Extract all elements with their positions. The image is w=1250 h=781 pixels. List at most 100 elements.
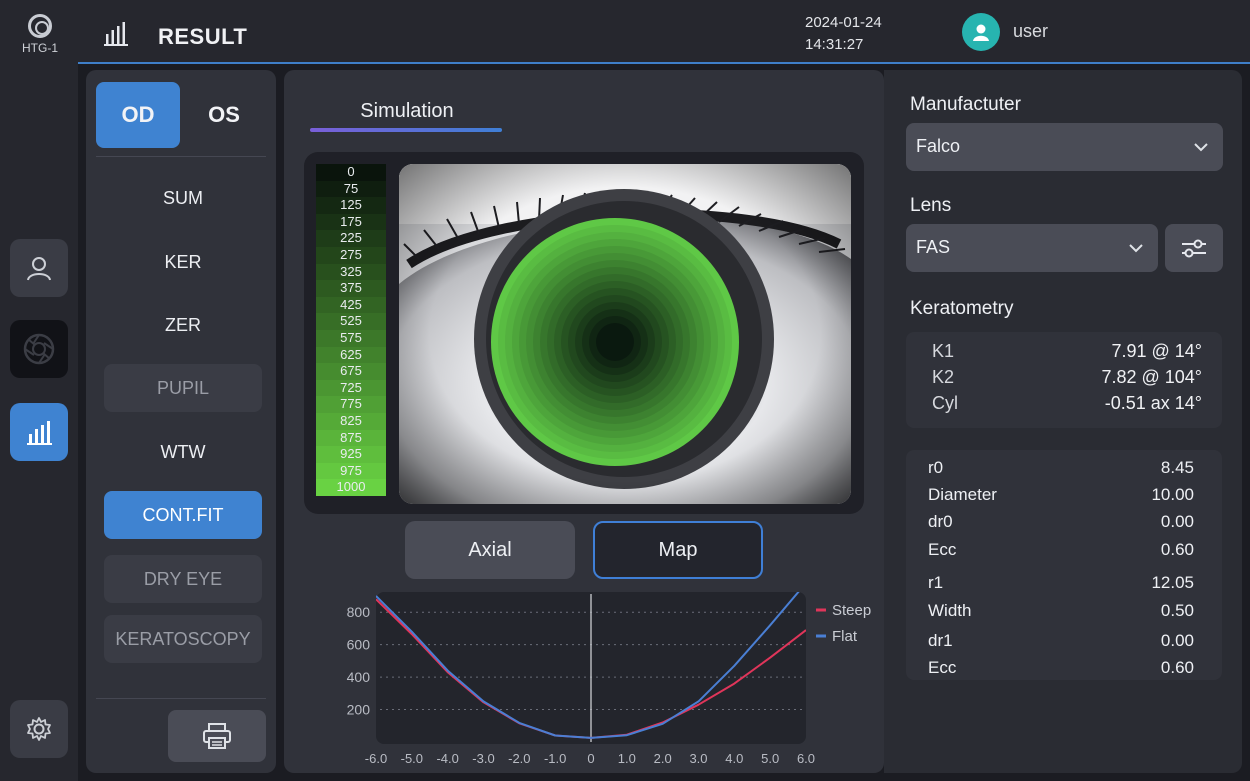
color-scale-legend: 0 75 125 175 225 275 325 375 425 525 575 625 675 725 7… — [316, 164, 386, 496]
scale-value: 925 — [316, 446, 386, 463]
top-header: RESULT 2024-01-24 14:31:27 user — [78, 0, 1250, 64]
param-row: dr1 0.00 — [928, 631, 1194, 655]
k1-label: K1 — [932, 341, 955, 361]
axial-button[interactable]: Axial — [405, 521, 575, 579]
scale-value: 975 — [316, 462, 386, 480]
tab-indicator — [310, 128, 502, 132]
menu-item-keratoscopy[interactable]: KERATOSCOPY — [104, 615, 262, 663]
param-value: 12.05 — [1151, 573, 1194, 592]
cyl-row: Cyl -0.51 ax 14° — [932, 393, 1202, 419]
cyl-label: Cyl — [932, 393, 958, 413]
x-tick-label: 6.0 — [797, 751, 815, 766]
manufacturer-value: Falco — [916, 136, 961, 156]
app-window: HTG-1 RESULT 2024-01-24 14:31:27 user OD… — [0, 0, 1250, 781]
sliders-icon — [1182, 239, 1206, 258]
profile-chart-svg: 800 600 400 200 -6.0 -5.0 -4.0 -3.0 -2.0 -1.0 0 1.0… — [347, 592, 871, 766]
param-row: dr0 0.00 — [928, 512, 1194, 536]
avatar[interactable] — [962, 13, 1000, 51]
keratometry-label: Keratometry — [910, 298, 1014, 319]
scale-value: 75 — [316, 180, 386, 198]
print-button[interactable] — [168, 710, 266, 762]
gear-icon — [27, 717, 51, 741]
param-value: 0.60 — [1160, 540, 1194, 559]
eye-fluorescein-image — [399, 164, 851, 504]
brand-label: HTG-1 — [22, 41, 58, 55]
chevron-down-icon — [1194, 143, 1208, 152]
profile-chart: 800 600 400 200 -6.0 -5.0 -4.0 -3.0 -2.0 -1.0 0 1.0… — [334, 590, 884, 773]
param-label: Ecc — [928, 540, 957, 559]
menu-divider — [96, 156, 266, 157]
side-rail: HTG-1 — [0, 0, 78, 781]
param-row: Ecc 0.60 — [928, 658, 1194, 682]
manufacturer-select[interactable]: Falco — [906, 123, 1223, 171]
x-tick-label: -5.0 — [401, 751, 423, 766]
manufacturer-label: Manufactuter — [910, 94, 1021, 115]
od-button[interactable]: OD — [96, 82, 180, 148]
menu-item-sum[interactable]: SUM — [104, 174, 262, 222]
x-tick-label: 5.0 — [761, 751, 779, 766]
x-tick-label: 1.0 — [618, 751, 636, 766]
x-tick-label: 3.0 — [689, 751, 707, 766]
param-value: 8.45 — [1160, 458, 1194, 477]
menu-item-dry-eye[interactable]: DRY EYE — [104, 555, 262, 603]
patient-button[interactable] — [10, 239, 68, 297]
param-label: r0 — [928, 458, 944, 477]
scale-value: 575 — [316, 329, 386, 347]
scale-value: 625 — [316, 346, 386, 364]
result-button[interactable] — [10, 403, 68, 461]
param-label: Ecc — [928, 658, 957, 677]
scale-value: 225 — [316, 230, 386, 247]
map-button[interactable]: Map — [593, 521, 763, 579]
scale-value: 775 — [316, 396, 386, 413]
settings-button[interactable] — [10, 700, 68, 758]
menu-item-pupil[interactable]: PUPIL — [104, 364, 262, 412]
lens-settings-button[interactable] — [1165, 224, 1223, 272]
date-text: 2024-01-24 — [805, 14, 882, 31]
lens-label: Lens — [910, 195, 952, 216]
scale-value: 875 — [316, 429, 386, 447]
lens-select[interactable]: FAS — [906, 224, 1158, 272]
param-value: 0.60 — [1160, 658, 1194, 677]
capture-button[interactable] — [10, 320, 68, 378]
menu-divider — [96, 698, 266, 699]
keratometry-box: K1 7.91 @ 14° K2 7.82 @ 104° Cyl -0.51 a… — [906, 332, 1222, 428]
param-row: Width 0.50 — [928, 601, 1194, 625]
scale-value: 175 — [316, 213, 386, 231]
param-row: Ecc 0.60 — [928, 540, 1194, 564]
simulation-panel: Simulation 0 75 125 175 225 275 325 375 425 525 57… — [284, 70, 884, 773]
menu-item-cont-fit[interactable]: CONT.FIT — [104, 491, 262, 539]
k2-row: K2 7.82 @ 104° — [932, 367, 1202, 393]
x-tick-label: -4.0 — [436, 751, 458, 766]
scale-value: 0 — [316, 164, 386, 181]
menu-item-ker[interactable]: KER — [104, 238, 262, 286]
cyl-value: -0.51 ax 14° — [1104, 393, 1202, 413]
lens-value: FAS — [916, 237, 951, 257]
user-icon — [27, 257, 51, 281]
param-label: dr1 — [928, 631, 953, 650]
scale-value: 425 — [316, 296, 386, 314]
y-tick-label: 400 — [347, 669, 371, 685]
printer-icon — [203, 723, 231, 749]
param-value: 0.00 — [1160, 631, 1194, 650]
aperture-icon — [23, 333, 55, 365]
scale-value: 325 — [316, 263, 386, 281]
username[interactable]: user — [1013, 21, 1048, 42]
os-button[interactable]: OS — [182, 82, 266, 148]
param-row: Diameter 10.00 — [928, 485, 1194, 509]
result-menu: OD OS SUM KER ZER PUPIL WTW CONT.FIT DRY… — [86, 70, 276, 773]
chevron-down-icon — [1129, 244, 1143, 253]
param-value: 0.50 — [1160, 601, 1194, 620]
k2-value: 7.82 @ 104° — [1101, 367, 1202, 387]
param-label: dr0 — [928, 512, 953, 531]
param-label: Diameter — [928, 485, 997, 504]
scale-value: 375 — [316, 280, 386, 297]
scale-value: 675 — [316, 363, 386, 380]
menu-item-zer[interactable]: ZER — [104, 301, 262, 349]
y-tick-label: 800 — [347, 604, 371, 620]
scale-value: 725 — [316, 379, 386, 397]
x-tick-label: -3.0 — [472, 751, 494, 766]
k1-value: 7.91 @ 14° — [1111, 341, 1202, 361]
x-tick-label: -1.0 — [544, 751, 566, 766]
menu-item-wtw[interactable]: WTW — [104, 428, 262, 476]
scale-value: 1000 — [316, 479, 386, 496]
